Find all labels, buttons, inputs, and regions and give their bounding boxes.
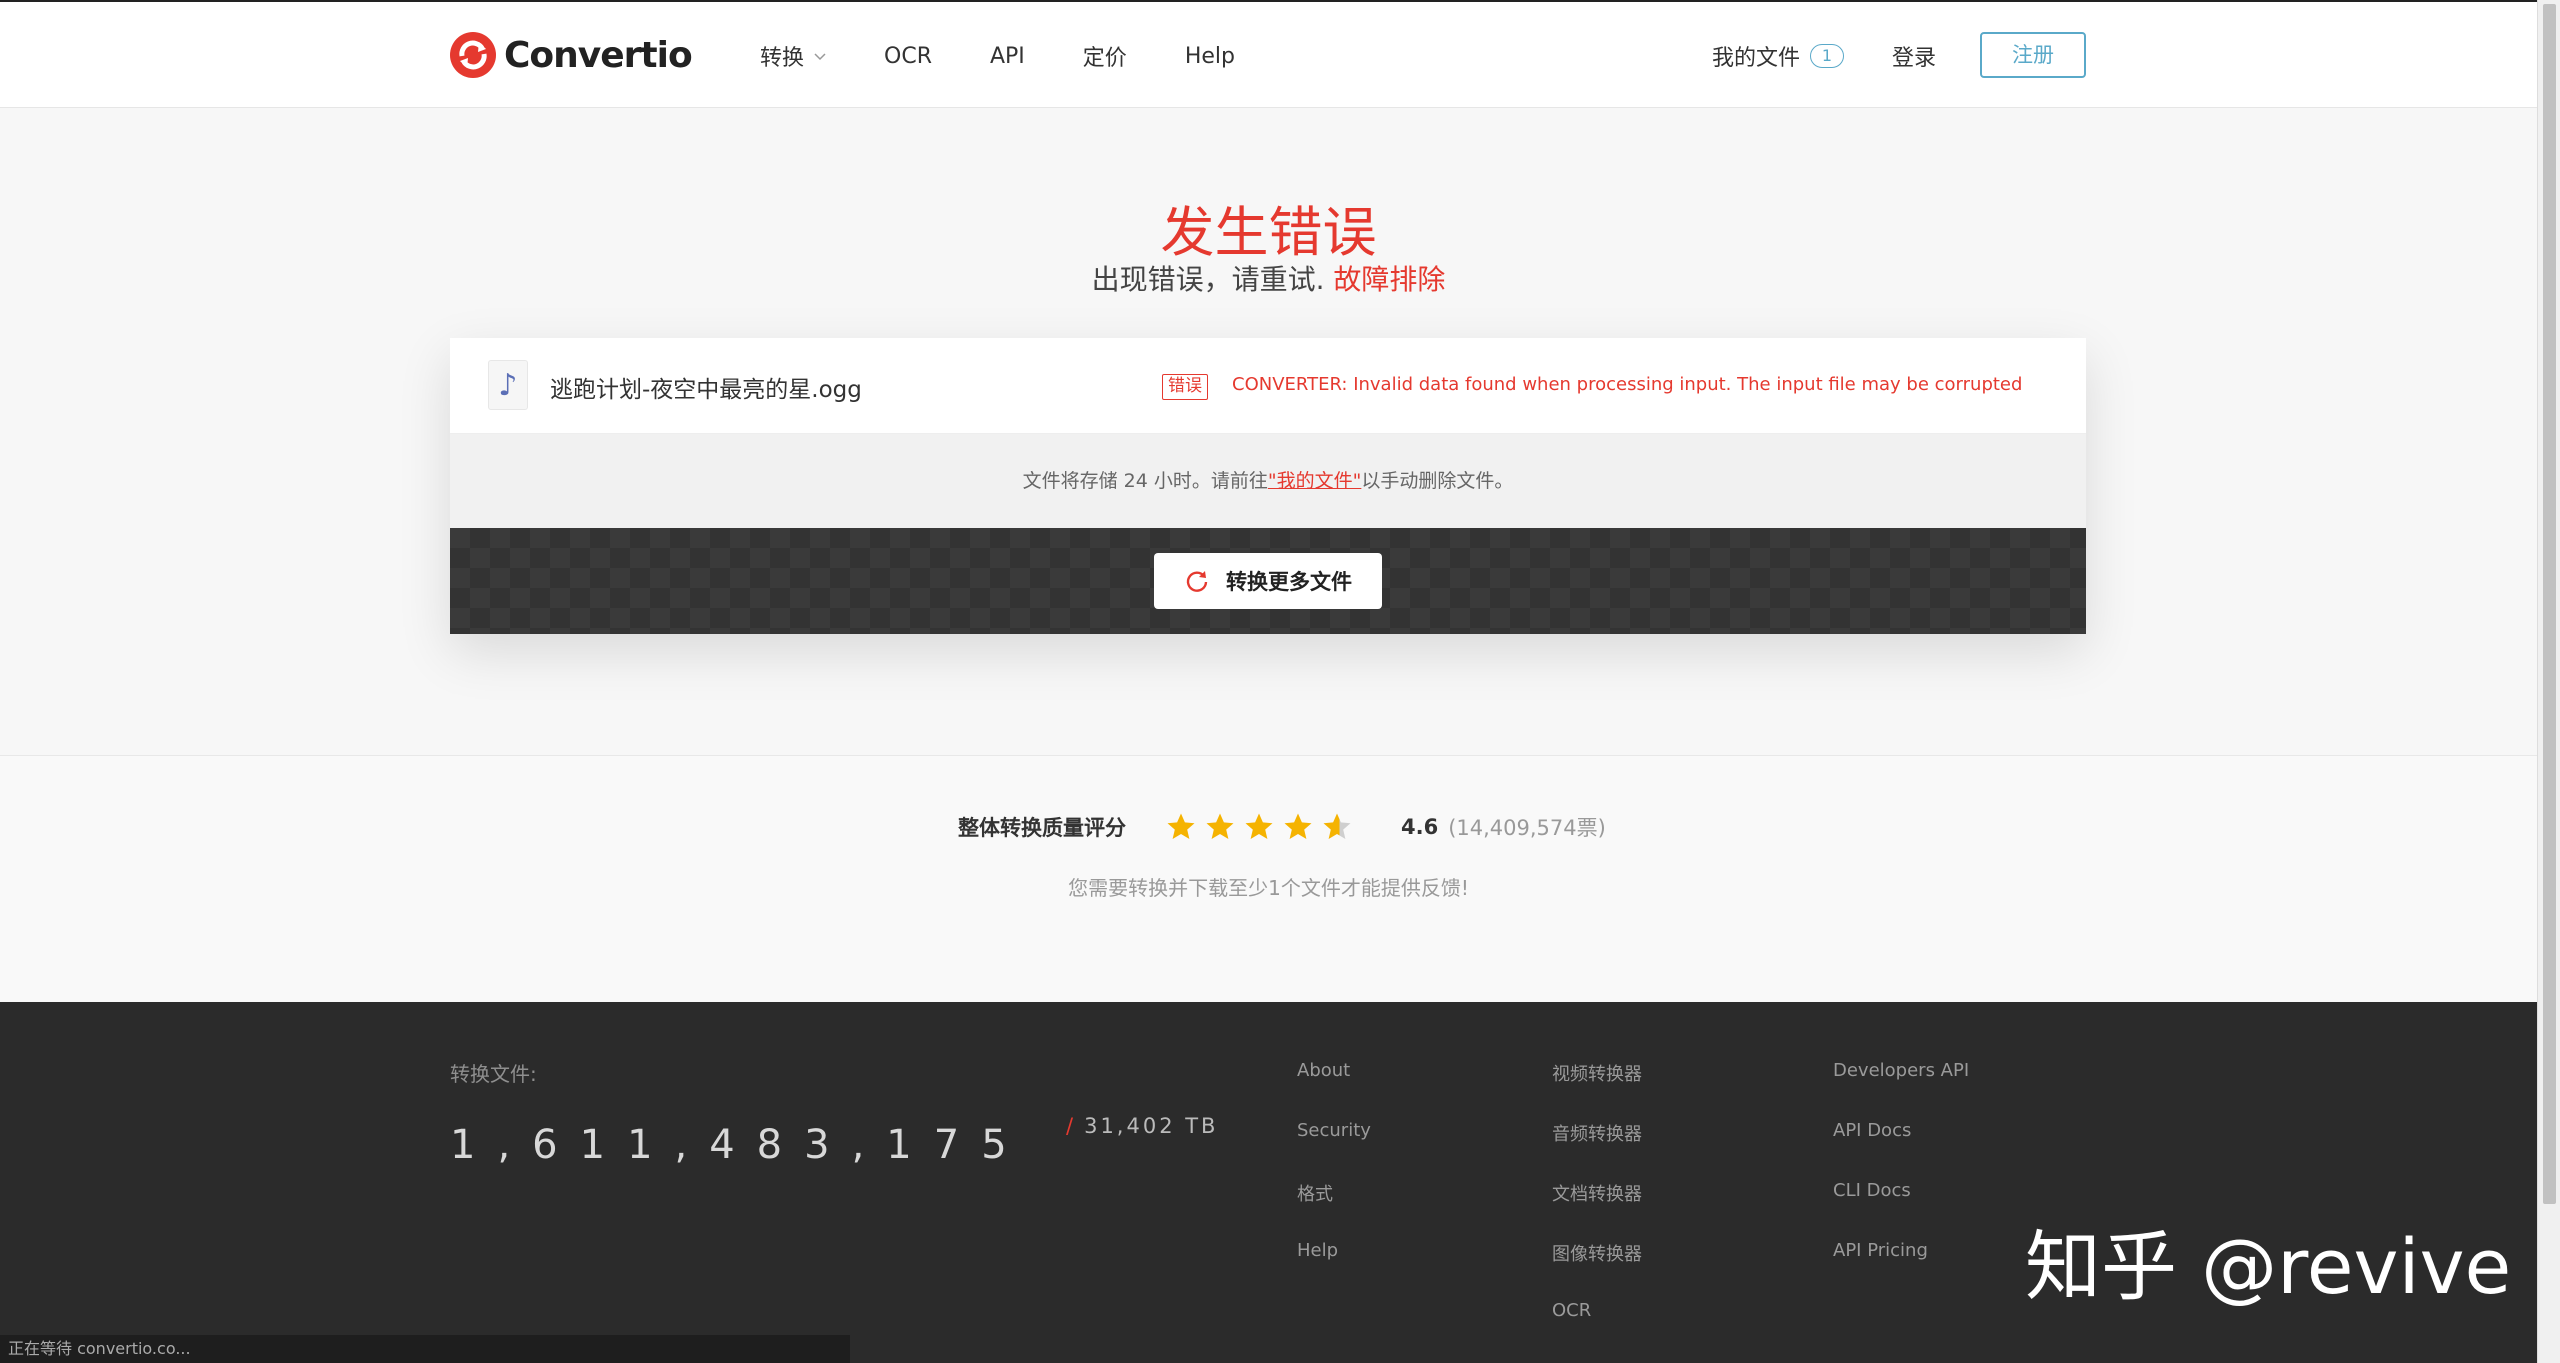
- logo[interactable]: Convertio: [450, 32, 693, 78]
- nav-pricing[interactable]: 定价: [1083, 40, 1127, 72]
- footer-link-document-converter[interactable]: 文档转换器: [1552, 1180, 1642, 1240]
- total-size-value: 31,402 TB: [1084, 1114, 1219, 1138]
- footer-col-converters: 视频转换器 音频转换器 文档转换器 图像转换器 OCR: [1552, 1060, 1642, 1360]
- file-card: ♪ 逃跑计划-夜空中最亮的星.ogg 错误 CONVERTER: Invalid…: [450, 338, 2086, 634]
- footer-link-help[interactable]: Help: [1297, 1240, 1371, 1300]
- footer-link-cli-docs[interactable]: CLI Docs: [1833, 1180, 1969, 1240]
- my-files-label: 我的文件: [1712, 46, 1801, 71]
- nav-ocr[interactable]: OCR: [884, 44, 932, 69]
- storage-notice: 文件将存储 24 小时。请前往"我的文件"以手动删除文件。: [450, 434, 2086, 528]
- file-name: 逃跑计划-夜空中最亮的星.ogg: [550, 377, 862, 403]
- footer-link-developers-api[interactable]: Developers API: [1833, 1060, 1969, 1120]
- rating-votes: (14,409,574票): [1448, 816, 1606, 840]
- refresh-icon: [1186, 571, 1208, 592]
- total-size-slash: /: [1066, 1114, 1077, 1138]
- footer-link-about[interactable]: About: [1297, 1060, 1371, 1120]
- footer-link-security[interactable]: Security: [1297, 1120, 1371, 1180]
- nav-convert-label: 转换: [760, 46, 805, 71]
- footer-link-ocr[interactable]: OCR: [1552, 1300, 1642, 1360]
- rating-note: 您需要转换并下载至少1个文件才能提供反馈!: [1068, 876, 1469, 900]
- storage-suffix: 以手动删除文件。: [1361, 470, 1514, 492]
- footer-link-api-docs[interactable]: API Docs: [1833, 1120, 1969, 1180]
- converted-files-counter: 1,611,483,175: [450, 1122, 1029, 1168]
- convert-more-files-button[interactable]: 转换更多文件: [1154, 553, 1382, 609]
- error-badge: 错误: [1162, 374, 1208, 400]
- footer-col-api: Developers API API Docs CLI Docs API Pri…: [1833, 1060, 1969, 1300]
- site-header: Convertio 转换 OCR API 定价 Help 我的文件 1 登录 注…: [0, 0, 2537, 108]
- troubleshoot-link[interactable]: 故障排除: [1333, 263, 1445, 296]
- footer-link-audio-converter[interactable]: 音频转换器: [1552, 1120, 1642, 1180]
- my-files-inline-link[interactable]: "我的文件": [1268, 470, 1361, 492]
- browser-status-bar: 正在等待 convertio.co...: [0, 1335, 850, 1363]
- total-size: / 31,402 TB: [1066, 1114, 1218, 1138]
- footer-link-api-pricing[interactable]: API Pricing: [1833, 1240, 1969, 1300]
- star-icon[interactable]: [1166, 812, 1196, 842]
- star-icon[interactable]: [1283, 812, 1313, 842]
- footer-link-formats[interactable]: 格式: [1297, 1180, 1371, 1240]
- rating-line: 整体转换质量评分 4.6 (14,409,574票): [958, 812, 1606, 842]
- rating-label: 整体转换质量评分: [958, 816, 1126, 840]
- rating-value: 4.6: [1401, 815, 1439, 839]
- error-message: CONVERTER: Invalid data found when proce…: [1232, 374, 2023, 395]
- convert-more-files-label: 转换更多文件: [1226, 570, 1352, 594]
- chevron-down-icon: [814, 53, 826, 61]
- logo-text: Convertio: [504, 34, 693, 76]
- footer-link-image-converter[interactable]: 图像转换器: [1552, 1240, 1642, 1300]
- login-link[interactable]: 登录: [1892, 40, 1936, 72]
- zhihu-watermark: 知乎 @revive: [2025, 1222, 2512, 1311]
- convertio-logo-icon: [450, 32, 496, 78]
- star-icon[interactable]: [1322, 812, 1352, 842]
- converted-files-label: 转换文件:: [450, 1062, 537, 1086]
- error-title: 发生错误: [1160, 201, 1377, 264]
- my-files-count-badge: 1: [1810, 44, 1845, 68]
- rating-stars[interactable]: [1166, 812, 1361, 842]
- file-row: ♪ 逃跑计划-夜空中最亮的星.ogg 错误 CONVERTER: Invalid…: [450, 338, 2086, 434]
- error-subtitle: 出现错误，请重试. 故障排除: [0, 258, 2537, 298]
- footer-col-about: About Security 格式 Help: [1297, 1060, 1371, 1300]
- my-files-link[interactable]: 我的文件 1: [1712, 40, 1845, 72]
- storage-prefix: 文件将存储 24 小时。请前往: [1022, 470, 1268, 492]
- nav-help[interactable]: Help: [1185, 44, 1235, 69]
- action-bar: 转换更多文件: [450, 528, 2086, 634]
- register-button[interactable]: 注册: [1980, 32, 2086, 78]
- music-note-icon: ♪: [488, 360, 528, 410]
- main-nav: 转换 OCR API 定价 Help: [760, 40, 1293, 72]
- nav-api[interactable]: API: [990, 44, 1025, 69]
- star-icon[interactable]: [1205, 812, 1235, 842]
- scrollbar-thumb[interactable]: [2543, 4, 2556, 1204]
- page-scrollbar[interactable]: [2537, 0, 2560, 1363]
- error-subtitle-text: 出现错误，请重试.: [1091, 263, 1325, 296]
- star-icon[interactable]: [1244, 812, 1274, 842]
- footer-link-video-converter[interactable]: 视频转换器: [1552, 1060, 1642, 1120]
- nav-convert[interactable]: 转换: [760, 40, 826, 72]
